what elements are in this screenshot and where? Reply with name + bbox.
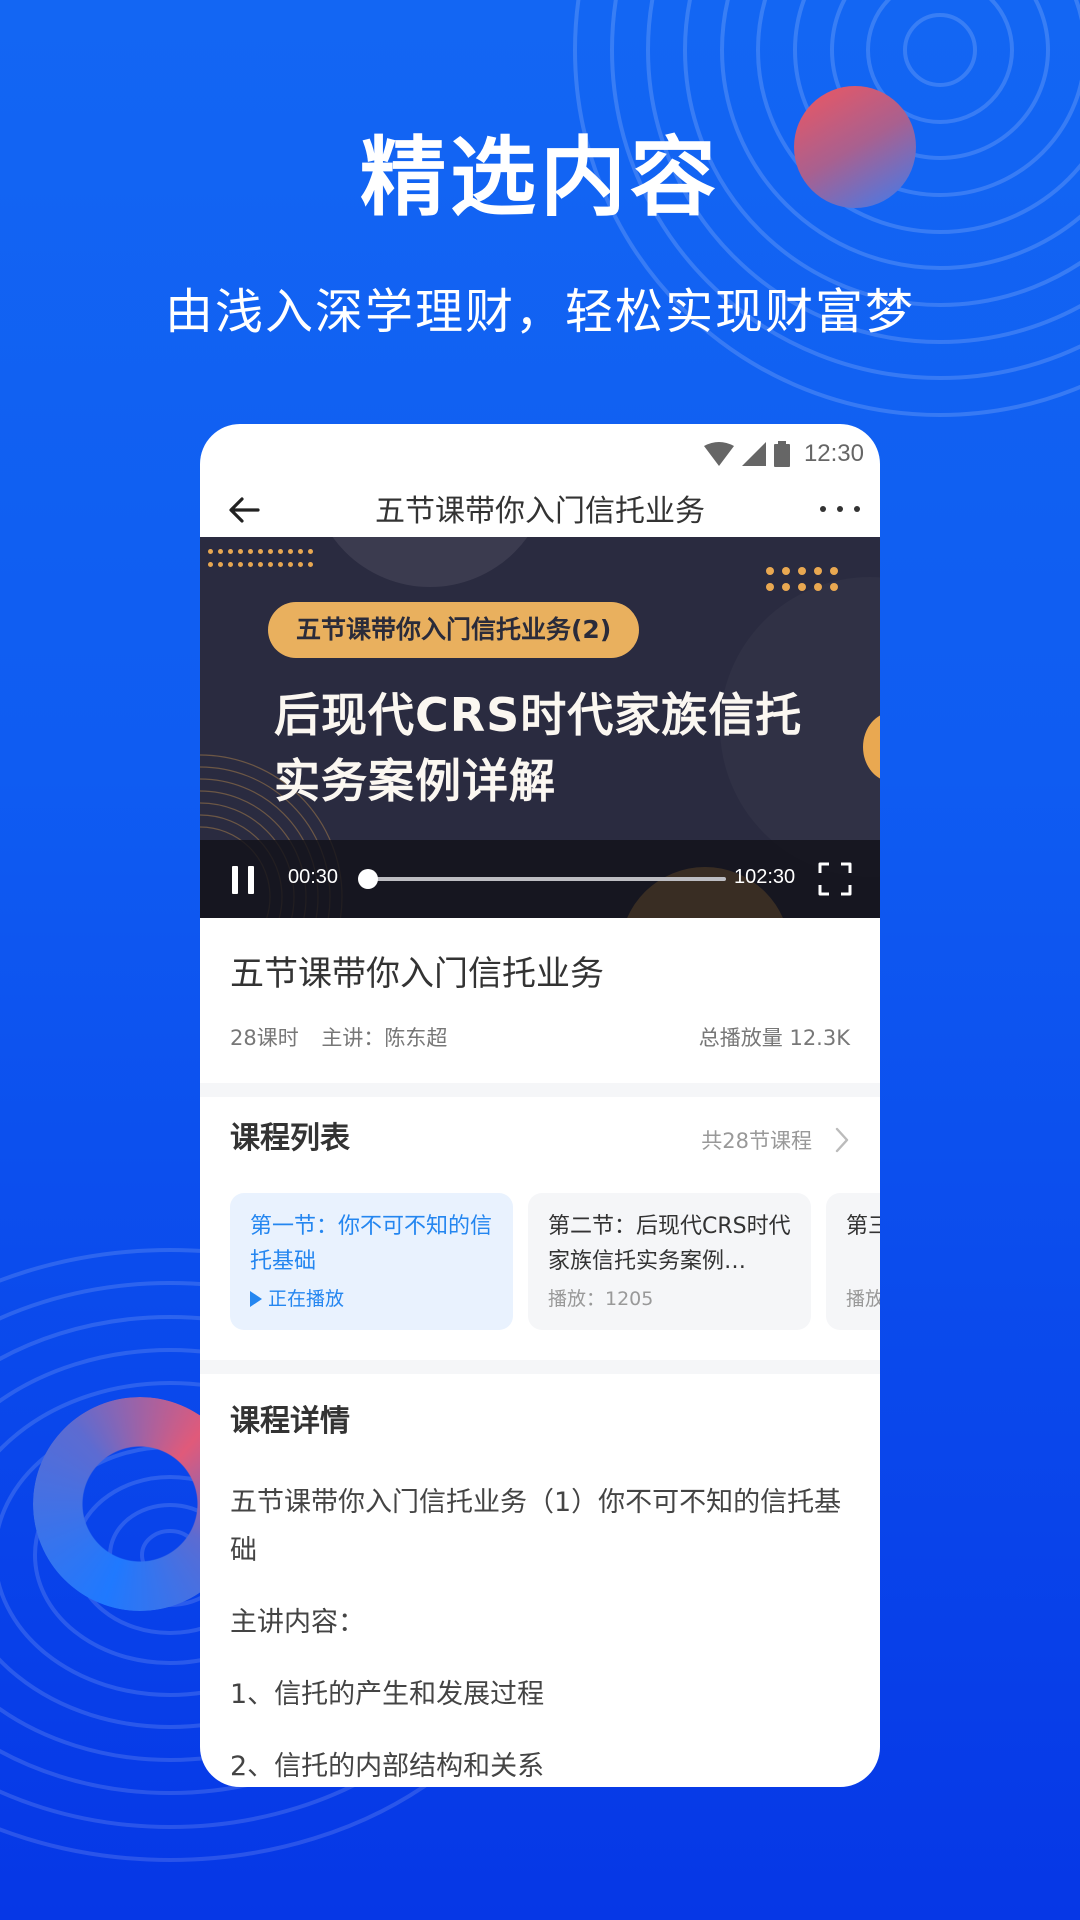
hero-title: 精选内容	[360, 128, 720, 228]
video-dots-decoration	[208, 549, 318, 572]
video-dots-decoration	[766, 567, 846, 591]
status-bar: 12:30	[200, 424, 880, 484]
lesson-plays: 播放…	[846, 1288, 880, 1310]
course-title: 五节课带你入门信托业务	[230, 954, 604, 994]
current-time: 00:30	[288, 866, 339, 888]
details-body: 五节课带你入门信托业务（1）你不可不知的信托基础 主讲内容： 1、信托的产生和发…	[230, 1479, 850, 1787]
lesson-status: 正在播放	[250, 1285, 493, 1313]
lesson-list-title: 课程列表	[230, 1121, 350, 1156]
phone-screen: 12:30 五节课带你入门信托业务 五节课带你入门信托业务(2) 后现代CRS时…	[200, 424, 880, 1787]
fullscreen-icon[interactable]	[818, 862, 852, 896]
play-icon	[250, 1291, 262, 1307]
video-controls: 00:30 102:30	[200, 840, 880, 918]
lesson-carousel[interactable]: 第一节：你不可不知的信托基础 正在播放 第二节：后现代CRS时代家族信托实务案例…	[230, 1193, 880, 1330]
chevron-right-icon	[835, 1127, 849, 1153]
course-meta: 28课时 主讲：陈东超	[230, 1024, 447, 1052]
wifi-icon	[703, 442, 734, 466]
details-paragraph: 1、信托的产生和发展过程	[230, 1679, 545, 1710]
details-paragraph: 主讲内容：	[230, 1607, 365, 1638]
lesson-title: 第一节：你不可不知的信托基础	[250, 1214, 493, 1274]
video-headline: 后现代CRS时代家族信托实务案例详解	[274, 688, 803, 808]
video-bg-circle	[310, 537, 550, 587]
signal-icon	[741, 442, 766, 466]
lecturer: 主讲：陈东超	[321, 1026, 448, 1050]
details-paragraph: 2、信托的内部结构和关系	[230, 1751, 545, 1782]
more-horizontal-icon[interactable]	[820, 494, 860, 524]
lesson-status-text: 正在播放	[268, 1288, 345, 1310]
lesson-card[interactable]: 第三节：…优势… 播放…	[826, 1193, 880, 1330]
progress-slider[interactable]	[357, 869, 726, 889]
section-divider	[200, 1360, 880, 1374]
status-time: 12:30	[803, 440, 864, 467]
lessons-count: 28课时	[230, 1026, 299, 1050]
lesson-card[interactable]: 第一节：你不可不知的信托基础 正在播放	[230, 1193, 513, 1330]
section-divider	[200, 1083, 880, 1097]
details-title: 课程详情	[230, 1404, 350, 1439]
total-time: 102:30	[734, 866, 796, 888]
nav-title: 五节课带你入门信托业务	[375, 494, 705, 529]
video-player[interactable]: 五节课带你入门信托业务(2) 后现代CRS时代家族信托实务案例详解 00:30 …	[200, 537, 880, 918]
hero-subtitle: 由浅入深学理财，轻松实现财富梦	[164, 284, 915, 340]
progress-knob[interactable]	[357, 869, 378, 889]
video-episode-tag: 五节课带你入门信托业务(2)	[268, 602, 640, 658]
total-plays: 总播放量 12.3K	[698, 1026, 850, 1050]
lesson-title: 第二节：后现代CRS时代家族信托实务案例…	[548, 1214, 791, 1274]
pause-button[interactable]	[232, 866, 254, 894]
battery-icon	[773, 441, 790, 467]
lesson-title: 第三节：…优势…	[846, 1214, 880, 1239]
lesson-plays: 播放：1205	[548, 1288, 654, 1310]
lesson-count: 共28节课程	[701, 1129, 812, 1153]
lesson-card[interactable]: 第二节：后现代CRS时代家族信托实务案例… 播放：1205	[528, 1193, 811, 1330]
lesson-list-more-link[interactable]: 共28节课程	[701, 1124, 852, 1156]
details-paragraph: 五节课带你入门信托业务（1）你不可不知的信托基础	[230, 1487, 842, 1566]
nav-bar: 五节课带你入门信托业务	[200, 484, 880, 537]
